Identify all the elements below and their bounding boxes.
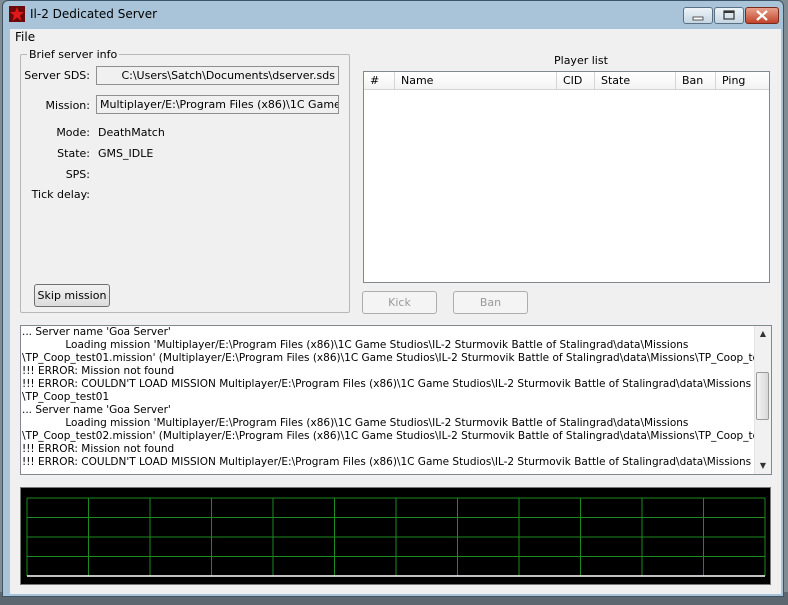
server-sds-field[interactable]: C:\Users\Satch\Documents\dserver.sds: [96, 66, 339, 85]
column-number[interactable]: #: [364, 72, 395, 89]
mission-field[interactable]: Multiplayer/E:\Program Files (x86)\1C Ga…: [96, 95, 339, 114]
column-ban[interactable]: Ban: [676, 72, 716, 89]
scroll-down-arrow-icon[interactable]: ▼: [755, 458, 771, 474]
log-line: \TP_Coop_test01: [22, 391, 110, 403]
client-area: File Brief server info Server SDS: C:\Us…: [10, 29, 781, 594]
state-label: State:: [57, 147, 90, 160]
log-lines: ... Server name 'Goa Server' Loading mis…: [22, 326, 755, 469]
log-line: \TP_Coop_test01.mission' (Multiplayer/E:…: [22, 352, 755, 364]
column-ping[interactable]: Ping: [716, 72, 769, 89]
log-line: Loading mission 'Multiplayer/E:\Program …: [22, 339, 689, 351]
mode-value: DeathMatch: [98, 126, 165, 139]
column-name[interactable]: Name: [395, 72, 557, 89]
scroll-thumb[interactable]: [756, 372, 769, 420]
menu-bar: File: [10, 29, 781, 46]
log-line: \TP_Coop_test02.mission' (Multiplayer/E:…: [22, 430, 755, 442]
server-sds-label: Server SDS:: [24, 69, 90, 82]
minimize-button[interactable]: [683, 7, 713, 24]
log-line: !!! ERROR: COULDN'T LOAD MISSION Multipl…: [22, 378, 752, 390]
close-button[interactable]: [745, 7, 779, 24]
skip-mission-button[interactable]: Skip mission: [34, 284, 110, 307]
performance-graph: [20, 487, 771, 585]
title-bar[interactable]: Il-2 Dedicated Server: [3, 1, 783, 29]
log-line: ... Server name 'Goa Server': [22, 326, 171, 338]
mode-label: Mode:: [56, 126, 90, 139]
scroll-up-arrow-icon[interactable]: ▲: [755, 326, 771, 342]
brief-server-info-legend: Brief server info: [29, 48, 118, 61]
window-title: Il-2 Dedicated Server: [30, 7, 158, 21]
state-value: GMS_IDLE: [98, 147, 154, 160]
player-list[interactable]: # Name CID State Ban Ping: [363, 71, 770, 283]
log-line: !!! ERROR: Mission not found: [22, 365, 175, 377]
app-window: Il-2 Dedicated Server File Brief server …: [2, 0, 784, 597]
performance-graph-canvas: [26, 497, 766, 577]
log-line: Loading mission 'Multiplayer/E:\Program …: [22, 417, 689, 429]
player-list-title: Player list: [554, 54, 608, 67]
log-scrollbar[interactable]: ▲ ▼: [754, 326, 771, 474]
column-cid[interactable]: CID: [557, 72, 595, 89]
log-line: ... Server name 'Goa Server': [22, 404, 171, 416]
server-log[interactable]: ... Server name 'Goa Server' Loading mis…: [20, 325, 772, 475]
log-line: !!! ERROR: COULDN'T LOAD MISSION Multipl…: [22, 456, 752, 468]
sps-label: SPS:: [65, 168, 90, 181]
mission-label: Mission:: [45, 99, 90, 112]
column-state[interactable]: State: [595, 72, 676, 89]
player-list-header: # Name CID State Ban Ping: [364, 72, 769, 90]
close-icon: [756, 10, 768, 21]
menu-file[interactable]: File: [15, 30, 35, 44]
minimize-icon: [692, 16, 704, 21]
kick-button[interactable]: Kick: [362, 291, 437, 314]
ban-button[interactable]: Ban: [453, 291, 528, 314]
log-line: !!! ERROR: Mission not found: [22, 443, 175, 455]
red-star-icon: [9, 6, 25, 22]
maximize-icon: [723, 10, 735, 20]
tick-delay-label: Tick delay:: [31, 188, 90, 201]
maximize-button[interactable]: [714, 7, 744, 24]
